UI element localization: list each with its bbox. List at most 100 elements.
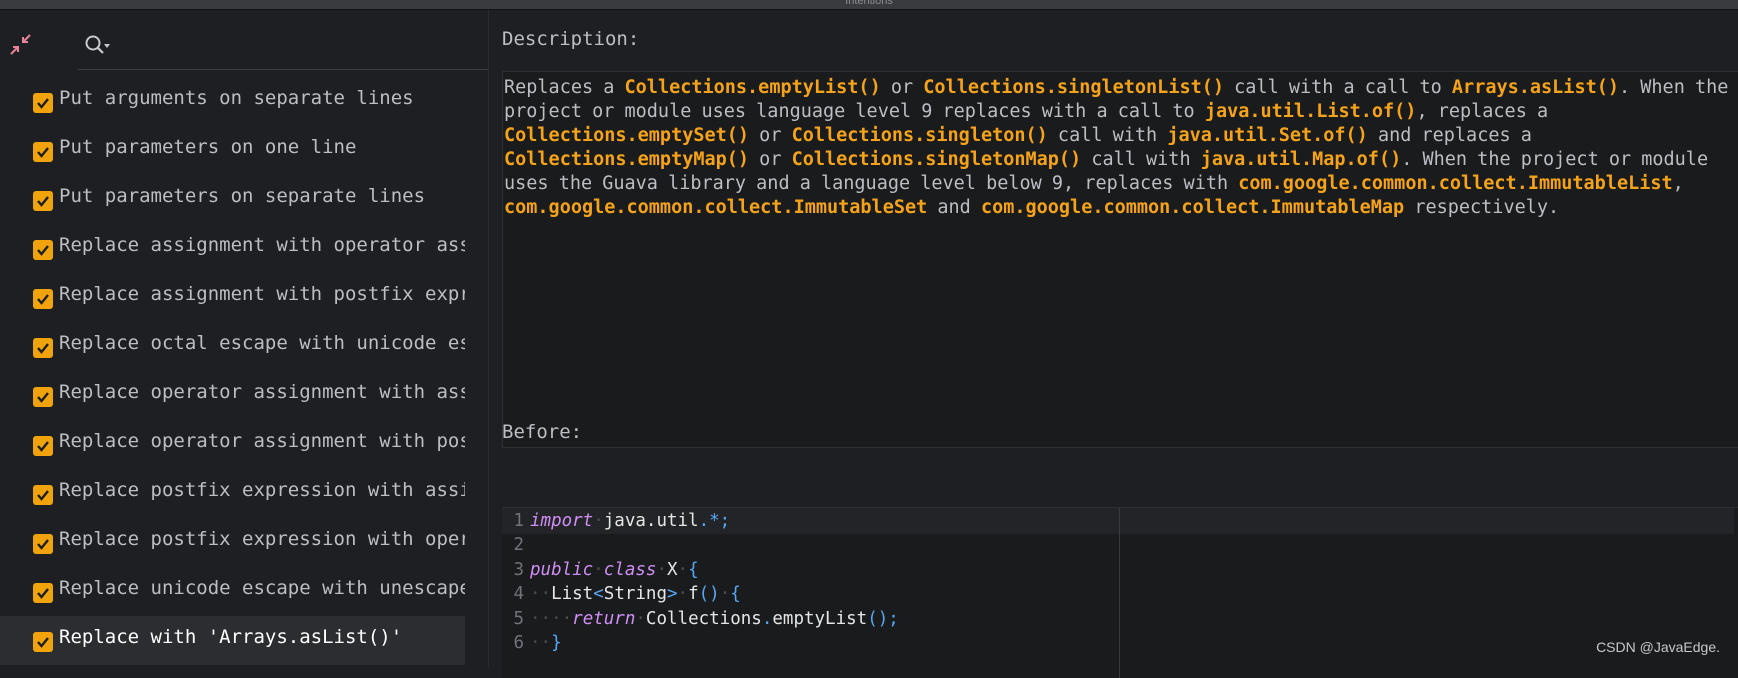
code-token: ·· [530, 584, 552, 605]
before-title: Before: [502, 421, 583, 443]
checkbox[interactable] [33, 240, 53, 260]
code-token: · [677, 559, 689, 580]
code-line: 2 [502, 532, 1734, 558]
code-token: .*; [698, 511, 731, 531]
list-toolbar [0, 10, 488, 70]
description-fragment: and replaces a [1367, 125, 1532, 146]
code-reference: Collections.singletonList() [923, 77, 1225, 98]
checkbox[interactable] [33, 583, 53, 603]
code-token: () [698, 584, 720, 605]
intention-label: Replace operator assignment with post [59, 430, 465, 452]
intention-item[interactable]: Replace operator assignment with post [0, 420, 465, 469]
code-token: · [719, 584, 731, 605]
code-token: emptyList [772, 608, 868, 629]
code-reference: java.util.Set.of() [1167, 125, 1368, 146]
checkmark-icon [37, 588, 49, 599]
intentions-list-panel: Put arguments on separate lines Put param… [0, 10, 489, 667]
line-number: 3 [513, 559, 524, 580]
checkmark-icon [37, 343, 49, 354]
code-reference: java.util.List.of() [1204, 101, 1417, 122]
checkmark-icon [37, 196, 49, 207]
description-fragment: , [1672, 173, 1684, 194]
code-line: 6 ··} [502, 630, 1734, 656]
line-number: 2 [513, 535, 524, 556]
description-title: Description: [502, 28, 640, 50]
code-reference: com.google.common.collect.ImmutableMap [980, 197, 1405, 218]
code-token: (); [867, 608, 899, 629]
intention-label: Put parameters on separate lines [59, 185, 426, 207]
code-token: return [572, 608, 636, 629]
code-token: X [667, 559, 678, 580]
code-token: ···· [530, 608, 573, 629]
line-number: 4 [513, 584, 524, 605]
intention-item[interactable]: Put parameters on separate lines [0, 175, 465, 224]
line-number: 1 [513, 511, 524, 531]
intention-label: Replace postfix expression with assig [59, 479, 465, 501]
collapse-icon[interactable] [8, 32, 34, 58]
code-token: { [730, 584, 741, 605]
intention-item[interactable]: Replace unicode escape with unescaped [0, 567, 465, 616]
checkbox[interactable] [33, 387, 53, 407]
intention-list: Put arguments on separate lines Put param… [0, 77, 465, 665]
code-reference: Collections.emptySet() [504, 125, 750, 146]
intention-item[interactable]: Replace postfix expression with assig [0, 469, 465, 518]
intention-item[interactable]: Replace octal escape with unicode esc [0, 322, 465, 371]
intention-label: Put parameters on one line [59, 136, 357, 158]
checkbox[interactable] [33, 142, 53, 162]
intention-label: Replace assignment with operator assi [59, 234, 465, 256]
code-token: String [603, 584, 667, 605]
code-token: java.util [603, 511, 699, 531]
checkbox[interactable] [33, 534, 53, 554]
code-token: Collections [645, 608, 762, 629]
intention-item[interactable]: Replace operator assignment with assi [0, 371, 465, 420]
line-number: 5 [513, 608, 524, 629]
checkbox[interactable] [33, 436, 53, 456]
checkbox[interactable] [33, 485, 53, 505]
checkmark-icon [37, 392, 49, 403]
code-reference: Collections.emptyList() [624, 77, 881, 98]
code-reference: com.google.common.collect.ImmutableList [1238, 173, 1673, 194]
code-line: 1 import·java.util.*; [502, 508, 1734, 534]
description-fragment: respectively. [1404, 197, 1560, 218]
description-box: Replaces a Collections.emptyList() or Co… [502, 71, 1738, 448]
search-icon[interactable] [84, 34, 114, 58]
description-fragment: or [880, 77, 924, 98]
intention-item[interactable]: Replace assignment with operator assi [0, 224, 465, 273]
checkmark-icon [37, 441, 49, 452]
description-fragment: , replaces a [1416, 101, 1549, 122]
code-token: . [761, 608, 773, 629]
checkbox[interactable] [33, 338, 53, 358]
code-token: ·· [530, 633, 552, 653]
description-fragment: or [749, 125, 792, 146]
intention-label: Replace assignment with postfix expre [59, 283, 465, 305]
intention-item[interactable]: Put parameters on one line [0, 126, 465, 175]
watermark: CSDN @JavaEdge. [1596, 639, 1720, 655]
code-token: { [688, 559, 699, 580]
code-reference: Arrays.asList() [1451, 77, 1619, 98]
code-token: · [677, 584, 689, 605]
checkbox[interactable] [33, 289, 53, 309]
intention-item[interactable]: Put arguments on separate lines [0, 77, 465, 126]
intention-item[interactable]: Replace assignment with postfix expre [0, 273, 465, 322]
code-reference: java.util.Map.of() [1200, 149, 1402, 170]
code-token: · [656, 559, 667, 580]
code-token: > [667, 584, 678, 605]
description-fragment: call with [1047, 125, 1168, 146]
code-token: · [593, 511, 604, 531]
window-title: Intentions [0, 0, 1738, 10]
checkmark-icon [37, 490, 49, 501]
checkbox[interactable] [33, 632, 53, 652]
intention-label: Replace with 'Arrays.asList()' [59, 626, 403, 648]
code-token: import [530, 511, 594, 531]
checkbox[interactable] [33, 191, 53, 211]
code-reference: Collections.emptyMap() [504, 149, 750, 170]
checkbox[interactable] [33, 93, 53, 113]
line-number: 6 [513, 633, 524, 653]
intention-label: Replace postfix expression with opera [59, 528, 465, 550]
code-token: f [688, 584, 699, 605]
code-reference: com.google.common.collect.ImmutableSet [504, 197, 928, 218]
description-fragment: call with a call to [1224, 77, 1452, 98]
intention-label: Replace operator assignment with assi [59, 381, 465, 403]
intention-item[interactable]: Replace with 'Arrays.asList()' [0, 616, 465, 665]
intention-item[interactable]: Replace postfix expression with opera [0, 518, 465, 567]
